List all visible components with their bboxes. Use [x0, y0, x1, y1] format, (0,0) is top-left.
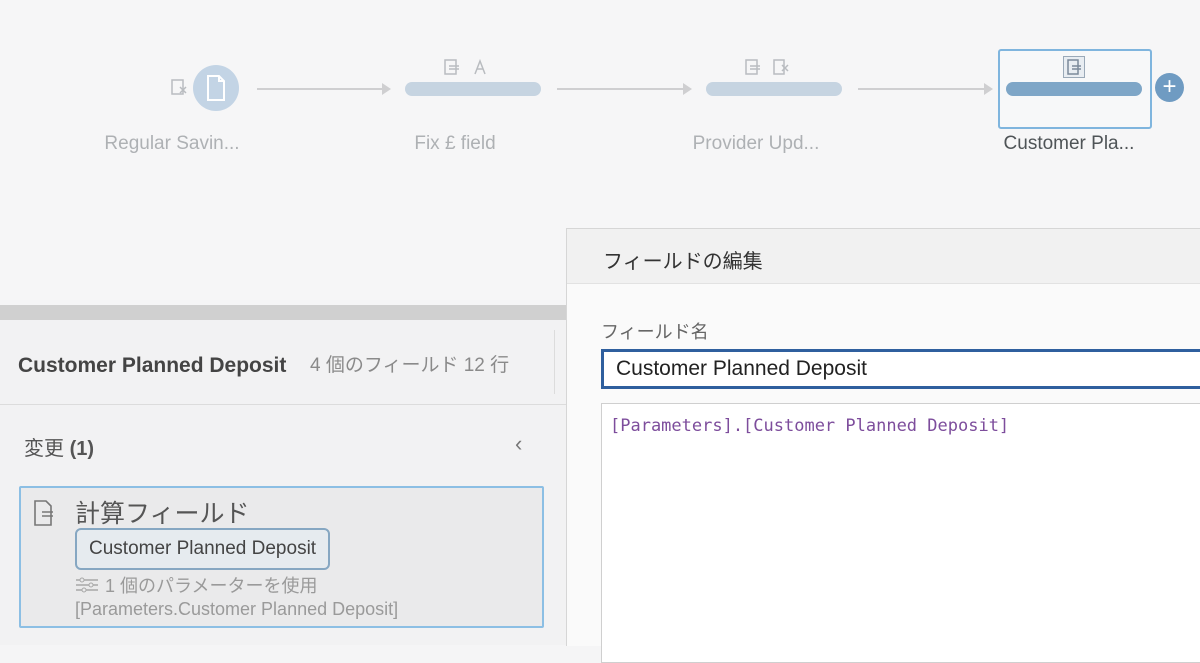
change-title: 計算フィールド — [75, 500, 250, 528]
flow-connector — [858, 83, 993, 95]
param-reference: [Parameters.Customer Planned Deposit] — [75, 599, 399, 619]
calc-field-icon — [33, 499, 55, 532]
step-bar — [405, 82, 541, 96]
file-icon — [206, 75, 226, 106]
parameter-icon — [75, 577, 99, 598]
changes-count: (1) — [69, 438, 95, 460]
step-label-active: Customer Pla... — [1003, 133, 1135, 154]
edit-field-dialog: フィールドの編集 フィールド名 [Parameters].[Customer P… — [566, 228, 1200, 663]
profile-header: Customer Planned Deposit 4 個のフィールド 12 行 — [0, 320, 566, 405]
calc-icon — [444, 59, 460, 75]
remove-icon — [170, 78, 188, 101]
param-usage: 1 個のパラメーターを使用 — [75, 572, 317, 598]
field-chip[interactable]: Customer Planned Deposit — [75, 528, 331, 570]
profile-meta: 4 個のフィールド 12 行 — [310, 355, 510, 376]
remove-icon — [773, 59, 789, 75]
step-provider-update[interactable]: Provider Upd... — [671, 40, 842, 160]
field-name-label: フィールド名 — [601, 322, 709, 342]
profile-pane: Customer Planned Deposit 4 個のフィールド 12 行 … — [0, 320, 566, 645]
calc-icon — [1063, 56, 1085, 78]
changes-title: 変更 — [24, 438, 64, 460]
step-bar — [706, 82, 842, 96]
profile-title: Customer Planned Deposit — [18, 354, 287, 377]
step-label-regular-savings[interactable]: Regular Savin... — [82, 133, 262, 155]
calc-icon — [745, 59, 761, 75]
step-label: Provider Upd... — [692, 133, 820, 154]
input-step-node[interactable] — [193, 65, 239, 111]
change-card[interactable]: 計算フィールド Customer Planned Deposit 1 個のパラメ… — [19, 486, 544, 628]
add-step-button[interactable]: + — [1155, 73, 1184, 102]
step-label: Fix £ field — [414, 133, 496, 154]
formula-editor[interactable]: [Parameters].[Customer Planned Deposit] — [601, 403, 1200, 663]
step-fix-field[interactable]: Fix £ field — [370, 40, 541, 160]
rename-icon — [472, 58, 488, 75]
dialog-header: フィールドの編集 — [567, 229, 1200, 284]
dialog-title: フィールドの編集 — [603, 251, 763, 273]
param-usage-text: 1 個のパラメーターを使用 — [105, 576, 318, 596]
header-separator — [554, 330, 555, 394]
field-name-input[interactable] — [601, 349, 1200, 389]
chevron-left-icon[interactable]: ‹ — [515, 431, 522, 457]
step-bar-active — [1006, 82, 1142, 96]
pane-divider[interactable] — [0, 305, 566, 320]
changes-heading: 変更 (1) — [24, 432, 94, 461]
